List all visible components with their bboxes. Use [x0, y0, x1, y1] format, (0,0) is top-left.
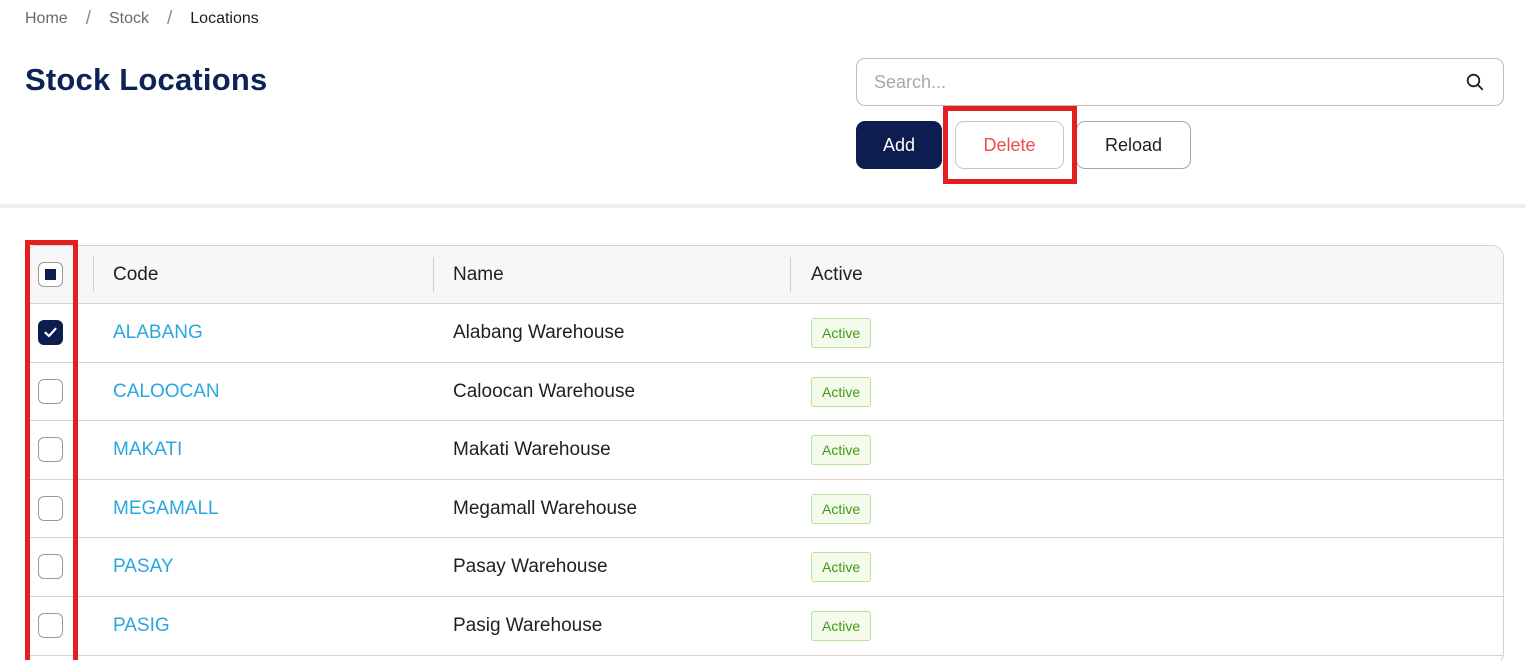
status-badge: Active [811, 376, 872, 407]
column-header-code[interactable]: Code [113, 246, 158, 304]
select-all-checkbox[interactable] [38, 262, 63, 287]
column-divider [433, 257, 434, 292]
table-row[interactable]: MAKATI Makati Warehouse Active [26, 421, 1503, 480]
table-row[interactable]: ALABANG Alabang Warehouse Active [26, 304, 1503, 363]
search-input[interactable] [857, 59, 1437, 105]
row-checkbox[interactable] [38, 554, 63, 580]
row-checkbox[interactable] [38, 612, 63, 638]
row-name: Makati Warehouse [453, 439, 611, 461]
column-header-name[interactable]: Name [453, 246, 504, 304]
add-button[interactable]: Add [856, 121, 942, 169]
status-badge: Active [811, 552, 872, 583]
search-icon[interactable] [1465, 72, 1485, 92]
table-header: Code Name Active [26, 246, 1503, 304]
breadcrumb-separator: / [85, 8, 91, 29]
row-checkbox[interactable] [38, 495, 63, 521]
checkmark-icon [44, 327, 57, 338]
status-badge: Active [811, 610, 872, 641]
row-name: Megamall Warehouse [453, 497, 638, 519]
status-badge: Active [811, 318, 872, 348]
row-checkbox[interactable] [38, 320, 63, 345]
status-badge: Active [811, 435, 872, 466]
row-code-link[interactable]: PASAY [113, 538, 174, 596]
row-name: Pasay Warehouse [453, 556, 608, 578]
header-divider [0, 204, 1525, 208]
search-box [856, 58, 1504, 106]
reload-button[interactable]: Reload [1076, 121, 1191, 169]
breadcrumb: Home / Stock / Locations [25, 8, 259, 30]
locations-table: Code Name Active ALABANG Alabang Warehou… [25, 245, 1504, 660]
breadcrumb-stock[interactable]: Stock [109, 10, 149, 28]
column-header-active[interactable]: Active [811, 246, 863, 304]
row-code-link[interactable]: ALABANG [113, 304, 203, 362]
delete-button[interactable]: Delete [955, 121, 1064, 169]
table-row[interactable]: CALOOCAN Caloocan Warehouse Active [26, 363, 1503, 422]
column-divider [93, 257, 94, 292]
row-code-link[interactable]: PASIG [113, 597, 170, 655]
breadcrumb-home[interactable]: Home [25, 10, 68, 28]
row-name: Caloocan Warehouse [453, 380, 636, 402]
row-checkbox[interactable] [38, 437, 63, 463]
table-row[interactable]: PASAY Pasay Warehouse Active [26, 538, 1503, 597]
indeterminate-mark-icon [45, 269, 56, 280]
row-code-link[interactable]: MEGAMALL [113, 480, 219, 538]
row-name: Pasig Warehouse [453, 614, 603, 636]
row-code-link[interactable]: CALOOCAN [113, 363, 220, 421]
breadcrumb-separator: / [166, 8, 173, 29]
table-row[interactable]: MEGAMALL Megamall Warehouse Active [26, 480, 1503, 539]
column-divider [790, 257, 791, 292]
page-title: Stock Locations [25, 62, 268, 97]
row-name: Alabang Warehouse [453, 322, 625, 343]
status-badge: Active [811, 493, 872, 524]
breadcrumb-current: Locations [190, 10, 259, 27]
table-row[interactable]: PASIG Pasig Warehouse Active [26, 597, 1503, 656]
row-code-link[interactable]: MAKATI [113, 421, 182, 479]
row-checkbox[interactable] [38, 378, 63, 404]
